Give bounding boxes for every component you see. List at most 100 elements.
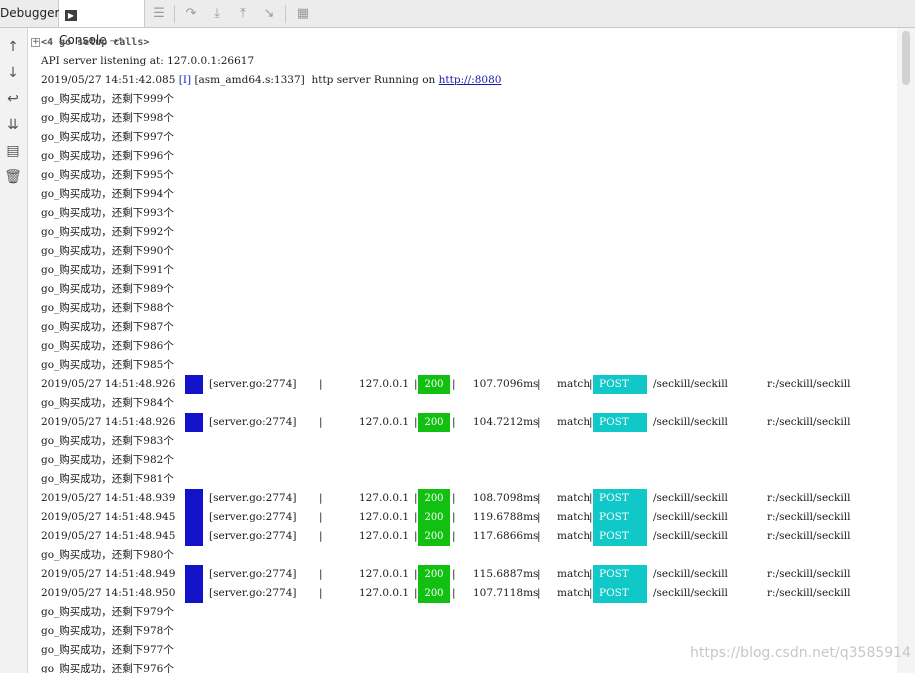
log-latency: 119.6788ms bbox=[473, 511, 539, 523]
up-arrow-icon[interactable]: ↑ bbox=[4, 38, 22, 56]
log-line: go_购买成功，还剩下983个 bbox=[41, 435, 174, 447]
level-tag: [I] bbox=[178, 74, 192, 86]
separator: | bbox=[319, 568, 323, 580]
gin-level-badge bbox=[185, 565, 203, 584]
separator: | bbox=[589, 492, 593, 504]
log-line: go_购买成功，还剩下987个 bbox=[41, 321, 174, 333]
log-latency: 107.7118ms bbox=[473, 587, 539, 599]
separator: | bbox=[537, 568, 541, 580]
tab-console[interactable]: ▶Console →* bbox=[59, 0, 145, 47]
log-line: go_购买成功，还剩下978个 bbox=[41, 625, 174, 637]
log-timestamp: 2019/05/27 14:51:48.926 bbox=[41, 378, 176, 390]
method-badge: POST bbox=[593, 375, 647, 394]
log-latency: 107.7096ms bbox=[473, 378, 539, 390]
gin-level-badge bbox=[185, 489, 203, 508]
log-src: [server.go:2774] bbox=[209, 511, 297, 523]
log-path: /seckill/seckill bbox=[653, 416, 728, 428]
separator: | bbox=[452, 530, 456, 542]
log-timestamp: 2019/05/27 14:51:48.926 bbox=[41, 416, 176, 428]
log-route: r:/seckill/seckill bbox=[767, 416, 851, 428]
log-src: [server.go:2774] bbox=[209, 530, 297, 542]
log-route: r:/seckill/seckill bbox=[767, 568, 851, 580]
menu-icon[interactable]: ☰ bbox=[150, 5, 168, 23]
separator: | bbox=[319, 511, 323, 523]
run-to-cursor-icon[interactable]: ↘ bbox=[260, 5, 278, 23]
log-match: match bbox=[557, 511, 591, 523]
expand-icon[interactable]: + bbox=[31, 38, 40, 47]
scrollbar-thumb[interactable] bbox=[902, 31, 910, 85]
step-over-icon[interactable]: ↷ bbox=[182, 5, 200, 23]
gin-level-badge bbox=[185, 527, 203, 546]
toolbar-divider bbox=[174, 5, 175, 23]
soft-wrap-icon[interactable]: ↩ bbox=[4, 90, 22, 108]
separator: | bbox=[414, 587, 418, 599]
separator: | bbox=[319, 492, 323, 504]
status-code-badge: 200 bbox=[418, 508, 450, 527]
separator: | bbox=[414, 530, 418, 542]
step-out-icon[interactable]: ⤒ bbox=[234, 5, 252, 23]
console-output[interactable]: + <4 go setup calls> API server listenin… bbox=[29, 28, 897, 673]
request-log-line: 2019/05/27 14:51:48.926 [server.go:2774] 1… bbox=[29, 375, 897, 394]
log-latency: 117.6866ms bbox=[473, 530, 539, 542]
log-line: go_购买成功，还剩下994个 bbox=[41, 188, 174, 200]
log-src: [server.go:2774] bbox=[209, 568, 297, 580]
api-line: API server listening at: 127.0.0.1:26617 bbox=[41, 55, 255, 67]
log-line: go_购买成功，还剩下993个 bbox=[41, 207, 174, 219]
log-path: /seckill/seckill bbox=[653, 568, 728, 580]
request-log-line: 2019/05/27 14:51:48.945 [server.go:2774] 1… bbox=[29, 508, 897, 527]
log-src: [server.go:2774] bbox=[209, 378, 297, 390]
step-into-icon[interactable]: ⤓ bbox=[208, 5, 226, 23]
down-arrow-icon[interactable]: ↓ bbox=[4, 64, 22, 82]
separator: | bbox=[589, 587, 593, 599]
gin-level-badge bbox=[185, 413, 203, 432]
log-line: go_购买成功，还剩下996个 bbox=[41, 150, 174, 162]
setup-calls-fold[interactable]: <4 go setup calls> bbox=[41, 34, 149, 51]
separator: | bbox=[319, 378, 323, 390]
separator: | bbox=[589, 568, 593, 580]
log-latency: 108.7098ms bbox=[473, 492, 539, 504]
log-line: go_购买成功，还剩下998个 bbox=[41, 112, 174, 124]
separator: | bbox=[452, 511, 456, 523]
request-log-line: 2019/05/27 14:51:48.949 [server.go:2774] 1… bbox=[29, 565, 897, 584]
separator: | bbox=[319, 587, 323, 599]
method-badge: POST bbox=[593, 413, 647, 432]
method-badge: POST bbox=[593, 527, 647, 546]
separator: | bbox=[452, 587, 456, 599]
log-timestamp: 2019/05/27 14:51:48.939 bbox=[41, 492, 176, 504]
watermark: https://blog.csdn.net/q3585914 bbox=[690, 645, 911, 661]
server-link[interactable]: http://:8080 bbox=[439, 74, 502, 86]
separator: | bbox=[537, 492, 541, 504]
trash-icon[interactable]: 🗑 bbox=[4, 168, 22, 186]
server-timestamp: 2019/05/27 14:51:42.085 bbox=[41, 74, 176, 86]
toolbar-divider bbox=[285, 5, 286, 23]
separator: | bbox=[537, 587, 541, 599]
log-match: match bbox=[557, 416, 591, 428]
server-src: [asm_amd64.s:1337] bbox=[194, 74, 305, 86]
request-log-line: 2019/05/27 14:51:48.945 [server.go:2774] 1… bbox=[29, 527, 897, 546]
console-side-toolbar: ↑ ↓ ↩ ⇊ ▤ 🗑 bbox=[0, 28, 28, 673]
log-line: go_购买成功，还剩下997个 bbox=[41, 131, 174, 143]
print-icon[interactable]: ▤ bbox=[4, 142, 22, 160]
tab-debugger[interactable]: Debugger bbox=[0, 0, 59, 27]
log-line: go_购买成功，还剩下986个 bbox=[41, 340, 174, 352]
log-path: /seckill/seckill bbox=[653, 492, 728, 504]
log-ip: 127.0.0.1 bbox=[359, 416, 410, 428]
status-code-badge: 200 bbox=[418, 489, 450, 508]
log-line: go_购买成功，还剩下990个 bbox=[41, 245, 174, 257]
vertical-scrollbar[interactable] bbox=[897, 28, 915, 673]
separator: | bbox=[452, 568, 456, 580]
log-timestamp: 2019/05/27 14:51:48.950 bbox=[41, 587, 176, 599]
log-line: go_购买成功，还剩下995个 bbox=[41, 169, 174, 181]
separator: | bbox=[452, 416, 456, 428]
log-path: /seckill/seckill bbox=[653, 511, 728, 523]
log-line: go_购买成功，还剩下989个 bbox=[41, 283, 174, 295]
evaluate-icon[interactable]: ▦ bbox=[294, 5, 312, 23]
gin-level-badge bbox=[185, 375, 203, 394]
log-timestamp: 2019/05/27 14:51:48.945 bbox=[41, 530, 176, 542]
method-badge: POST bbox=[593, 508, 647, 527]
log-route: r:/seckill/seckill bbox=[767, 587, 851, 599]
log-path: /seckill/seckill bbox=[653, 378, 728, 390]
server-line: 2019/05/27 14:51:42.085 [I] [asm_amd64.s… bbox=[41, 71, 501, 90]
log-match: match bbox=[557, 378, 591, 390]
scroll-to-end-icon[interactable]: ⇊ bbox=[4, 116, 22, 134]
